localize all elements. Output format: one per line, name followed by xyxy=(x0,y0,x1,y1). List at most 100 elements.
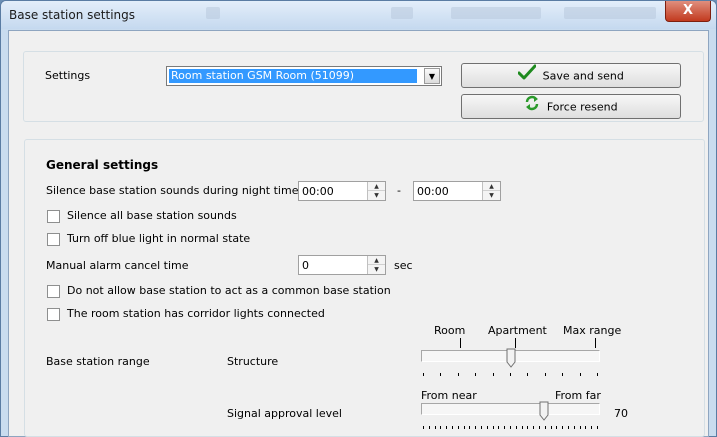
slider-tick xyxy=(516,426,517,429)
manual-cancel-spinner[interactable]: ▲ ▼ xyxy=(367,256,385,274)
spin-down-icon[interactable]: ▼ xyxy=(368,191,385,200)
night-start-spinner[interactable]: ▲ ▼ xyxy=(367,182,385,200)
refresh-icon xyxy=(524,95,540,119)
slider-tick xyxy=(580,426,581,429)
signal-approval-slider[interactable] xyxy=(421,401,600,435)
slider-tick xyxy=(591,426,592,429)
slider-tick xyxy=(527,426,528,429)
approval-from-near-label: From near xyxy=(421,389,477,402)
slider-tick xyxy=(475,373,476,376)
silence-all-checkbox[interactable] xyxy=(47,210,60,223)
background-blur xyxy=(391,7,413,19)
spin-down-icon[interactable]: ▼ xyxy=(368,265,385,274)
slider-tick xyxy=(452,426,453,429)
station-select[interactable]: Room station GSM Room (51099) ▼ xyxy=(166,66,442,86)
slider-tick xyxy=(435,426,436,429)
structure-mark-max-range: Max range xyxy=(563,324,622,337)
close-icon: X xyxy=(682,3,694,18)
structure-slider-ticks xyxy=(423,373,598,377)
slider-tick xyxy=(510,373,511,376)
slider-tick xyxy=(469,426,470,429)
slider-tick xyxy=(562,373,563,376)
slider-tick xyxy=(458,426,459,429)
slider-tick xyxy=(493,373,494,376)
corridor-lights-checkbox[interactable] xyxy=(47,308,60,321)
night-start-time-input[interactable]: 00:00 ▲ ▼ xyxy=(298,181,386,201)
settings-label: Settings xyxy=(45,69,91,82)
slider-tick xyxy=(504,426,505,429)
checkmark-icon xyxy=(517,64,537,88)
base-station-range-label: Base station range xyxy=(46,355,150,368)
spin-up-icon[interactable]: ▲ xyxy=(483,182,500,191)
force-resend-label: Force resend xyxy=(546,100,618,114)
slider-tick xyxy=(475,426,476,429)
slider-tick xyxy=(487,426,488,429)
general-settings-heading: General settings xyxy=(46,158,159,172)
slider-tick xyxy=(545,373,546,376)
structure-mark-line xyxy=(595,338,596,348)
slider-tick xyxy=(568,426,569,429)
spin-down-icon[interactable]: ▼ xyxy=(483,191,500,200)
slider-tick xyxy=(562,426,563,429)
structure-mark-line xyxy=(460,338,461,348)
slider-tick xyxy=(440,426,441,429)
slider-tick xyxy=(597,426,598,429)
chevron-down-icon[interactable]: ▼ xyxy=(424,68,440,84)
force-resend-button[interactable]: Force resend xyxy=(461,94,681,119)
slider-tick xyxy=(440,373,441,376)
spin-up-icon[interactable]: ▲ xyxy=(368,182,385,191)
night-end-spinner[interactable]: ▲ ▼ xyxy=(482,182,500,200)
manual-cancel-unit: sec xyxy=(394,259,413,272)
not-common-label: Do not allow base station to act as a co… xyxy=(67,284,391,297)
approval-from-far-label: From far xyxy=(555,389,601,402)
close-button[interactable]: X xyxy=(665,1,711,22)
slider-tick xyxy=(458,373,459,376)
background-blur xyxy=(564,7,656,19)
slider-tick xyxy=(481,426,482,429)
slider-tick xyxy=(510,426,511,429)
manual-cancel-input[interactable]: 0 ▲ ▼ xyxy=(298,255,386,275)
structure-mark-apartment: Apartment xyxy=(488,324,547,337)
blue-light-label: Turn off blue light in normal state xyxy=(67,232,251,245)
slider-tick xyxy=(539,426,540,429)
background-blur xyxy=(451,7,541,19)
silence-all-label: Silence all base station sounds xyxy=(67,209,237,222)
signal-approval-value: 70 xyxy=(614,407,628,420)
slider-tick xyxy=(585,426,586,429)
save-and-send-label: Save and send xyxy=(542,69,624,83)
signal-approval-slider-ticks xyxy=(423,426,598,430)
signal-approval-slider-track xyxy=(421,403,600,415)
background-blur xyxy=(206,7,220,19)
slider-tick xyxy=(498,426,499,429)
slider-tick xyxy=(580,373,581,376)
night-end-time-value: 00:00 xyxy=(417,185,449,198)
structure-mark-line xyxy=(515,338,516,348)
night-end-time-input[interactable]: 00:00 ▲ ▼ xyxy=(413,181,501,201)
slider-tick xyxy=(464,426,465,429)
slider-tick xyxy=(493,426,494,429)
station-select-value: Room station GSM Room (51099) xyxy=(169,69,417,83)
structure-slider[interactable] xyxy=(421,348,600,382)
night-start-time-value: 00:00 xyxy=(302,185,334,198)
blue-light-checkbox[interactable] xyxy=(47,233,60,246)
structure-label: Structure xyxy=(227,355,279,368)
spin-up-icon[interactable]: ▲ xyxy=(368,256,385,265)
slider-tick xyxy=(429,426,430,429)
structure-mark-room: Room xyxy=(434,324,466,337)
signal-approval-slider-thumb[interactable] xyxy=(539,401,549,421)
not-common-checkbox[interactable] xyxy=(47,285,60,298)
slider-tick xyxy=(522,426,523,429)
time-range-separator: - xyxy=(397,184,401,197)
title-bar[interactable]: Base station settings X xyxy=(1,1,716,29)
slider-tick xyxy=(545,426,546,429)
slider-tick xyxy=(423,426,424,429)
slider-tick xyxy=(574,426,575,429)
save-and-send-button[interactable]: Save and send xyxy=(461,63,681,88)
manual-cancel-value: 0 xyxy=(302,259,309,272)
slider-tick xyxy=(527,373,528,376)
window-title: Base station settings xyxy=(9,8,135,22)
slider-tick xyxy=(533,426,534,429)
slider-tick xyxy=(556,426,557,429)
structure-slider-thumb[interactable] xyxy=(506,348,516,368)
slider-tick xyxy=(551,426,552,429)
